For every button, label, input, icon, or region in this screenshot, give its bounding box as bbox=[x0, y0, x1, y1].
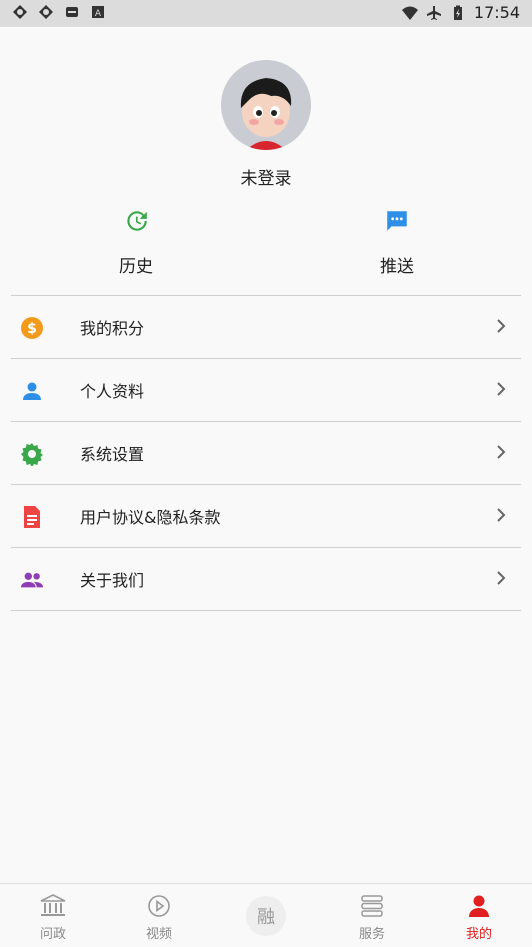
menu-item-settings[interactable]: 系统设置 bbox=[11, 422, 521, 485]
airplane-icon bbox=[426, 5, 441, 20]
keyboard-icon: A bbox=[92, 6, 104, 19]
menu-label: 我的积分 bbox=[80, 319, 145, 338]
tab-wenzheng[interactable]: 问政 bbox=[0, 884, 106, 947]
tab-label: 服务 bbox=[358, 927, 385, 942]
group-icon bbox=[20, 572, 44, 588]
app-notification-icon bbox=[13, 5, 27, 19]
tab-service[interactable]: 服务 bbox=[319, 884, 425, 947]
chevron-right-icon bbox=[497, 445, 506, 459]
settings-menu: $ 我的积分 个人资料 系统设置 用户协议&隐私条款 关于我们 bbox=[11, 295, 521, 611]
person-icon bbox=[23, 382, 41, 400]
battery-icon bbox=[453, 5, 462, 20]
chevron-right-icon bbox=[497, 571, 506, 585]
quick-actions: 历史 推送 bbox=[0, 206, 532, 286]
chevron-right-icon bbox=[497, 508, 506, 522]
tab-mine[interactable]: 我的 bbox=[426, 884, 532, 947]
dollar-icon: $ bbox=[21, 317, 43, 339]
tab-label: 我的 bbox=[465, 927, 492, 942]
list-icon bbox=[361, 895, 383, 917]
avatar[interactable] bbox=[221, 60, 311, 150]
status-bar: A 17:54 bbox=[0, 0, 532, 27]
bottom-tab-bar: 问政 视频 融 服务 我的 bbox=[0, 883, 532, 947]
menu-item-points[interactable]: $ 我的积分 bbox=[11, 296, 521, 359]
menu-item-profile[interactable]: 个人资料 bbox=[11, 359, 521, 422]
chevron-right-icon bbox=[497, 382, 506, 396]
menu-item-privacy[interactable]: 用户协议&隐私条款 bbox=[11, 485, 521, 548]
tab-center[interactable]: 融 bbox=[213, 884, 319, 947]
wifi-icon bbox=[401, 6, 418, 20]
history-action[interactable]: 历史 bbox=[66, 206, 206, 277]
gear-icon bbox=[21, 443, 43, 466]
play-icon bbox=[148, 895, 170, 917]
menu-label: 个人资料 bbox=[80, 382, 145, 401]
app-notification-icon bbox=[39, 5, 53, 19]
message-icon bbox=[387, 211, 407, 231]
building-icon bbox=[40, 894, 66, 916]
person-icon bbox=[469, 895, 489, 917]
menu-label: 系统设置 bbox=[80, 445, 145, 464]
center-logo: 融 bbox=[246, 896, 286, 936]
login-status[interactable]: 未登录 bbox=[0, 164, 532, 189]
profile-section: 未登录 bbox=[0, 60, 532, 189]
tab-label: 问政 bbox=[39, 927, 66, 942]
tab-video[interactable]: 视频 bbox=[106, 884, 212, 947]
menu-label: 用户协议&隐私条款 bbox=[80, 508, 221, 527]
tab-label: 视频 bbox=[145, 927, 172, 942]
menu-label: 关于我们 bbox=[80, 571, 145, 590]
svg-text:A: A bbox=[95, 9, 102, 19]
svg-text:$: $ bbox=[27, 321, 37, 337]
sim-icon bbox=[66, 7, 78, 17]
push-action[interactable]: 推送 bbox=[327, 206, 467, 277]
document-icon bbox=[24, 506, 40, 528]
menu-item-about[interactable]: 关于我们 bbox=[11, 548, 521, 611]
history-label: 历史 bbox=[119, 257, 153, 277]
push-label: 推送 bbox=[380, 257, 414, 277]
avatar-image bbox=[221, 60, 311, 150]
status-time: 17:54 bbox=[473, 3, 520, 22]
history-icon bbox=[127, 211, 147, 231]
chevron-right-icon bbox=[497, 319, 506, 333]
